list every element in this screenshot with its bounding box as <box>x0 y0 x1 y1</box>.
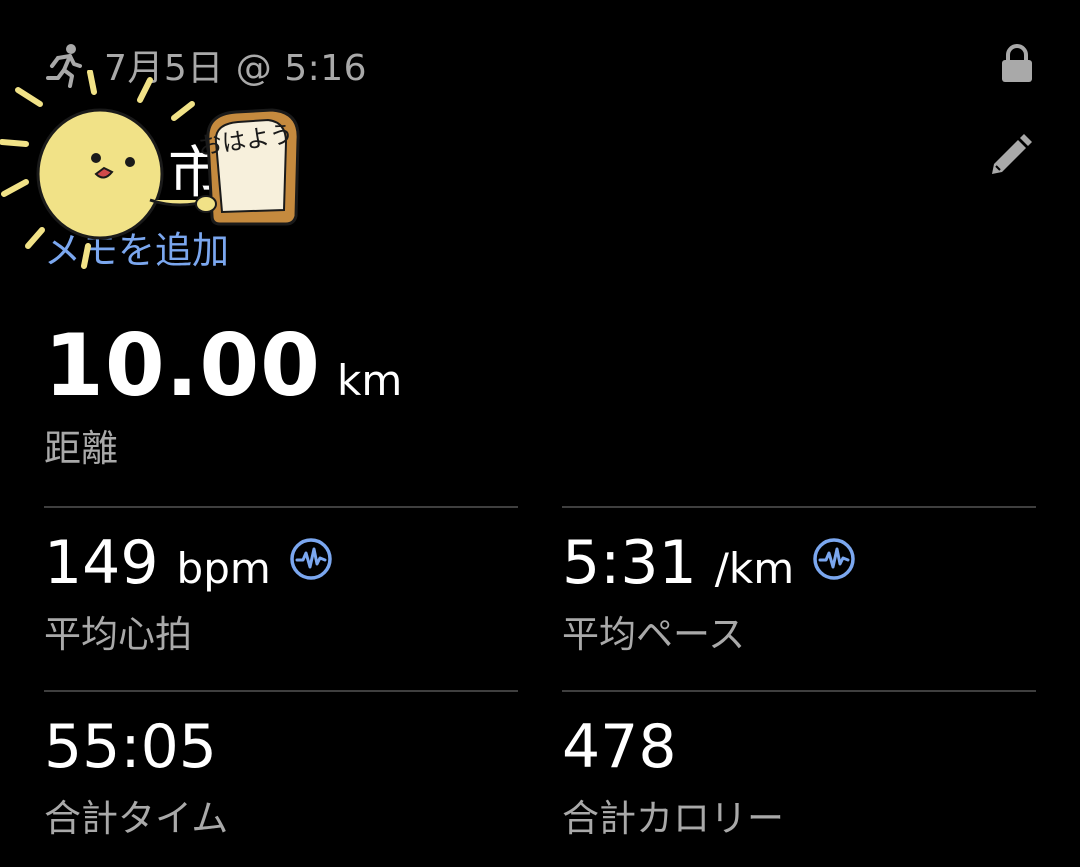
avg-heart-rate-stat[interactable]: 149 bpm 平均心拍 <box>44 528 333 658</box>
divider <box>562 506 1036 508</box>
avg-pace-unit: /km <box>714 543 795 593</box>
sun-with-bread-sticker: おはよう <box>0 70 300 269</box>
lock-icon[interactable] <box>1000 44 1034 82</box>
total-time-label: 合計タイム <box>44 797 229 840</box>
divider <box>562 690 1036 692</box>
avg-heart-rate-label: 平均心拍 <box>44 613 192 656</box>
avg-pace-value: 5:31 <box>562 528 697 598</box>
avg-heart-rate-unit: bpm <box>176 543 271 593</box>
avg-pace-label: 平均ペース <box>562 613 746 656</box>
divider <box>44 690 518 692</box>
heart-rate-icon[interactable] <box>289 537 333 581</box>
distance-unit: km <box>337 356 403 405</box>
avg-pace-stat[interactable]: 5:31 /km 平均ペース <box>562 528 856 658</box>
total-time-stat[interactable]: 55:05 合計タイム <box>44 712 228 842</box>
pencil-icon[interactable] <box>986 132 1034 180</box>
distance-label: 距離 <box>44 427 118 470</box>
avg-heart-rate-value: 149 <box>44 528 159 598</box>
heart-rate-icon[interactable] <box>812 537 856 581</box>
distance-number: 10.00 <box>44 316 322 416</box>
total-calories-label: 合計カロリー <box>562 797 784 840</box>
total-calories-value: 478 <box>562 712 677 782</box>
divider <box>44 506 518 508</box>
total-calories-stat[interactable]: 478 合計カロリー <box>562 712 784 842</box>
total-time-value: 55:05 <box>44 712 217 782</box>
distance-value: 10.00 km <box>44 316 402 416</box>
